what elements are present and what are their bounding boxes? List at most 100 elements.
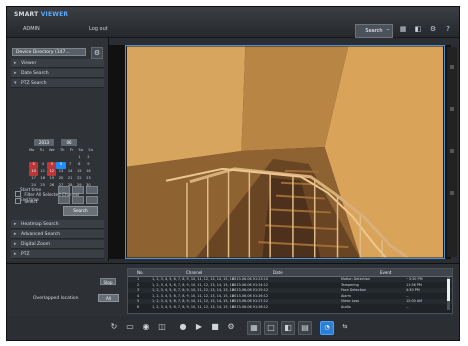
calendar-month[interactable]: 2013 <box>34 139 54 146</box>
end-second-box[interactable] <box>86 196 98 204</box>
calendar-day <box>29 155 38 162</box>
device-settings-icon[interactable]: ⚙ <box>91 47 103 59</box>
calendar-day[interactable]: 19 <box>47 176 56 183</box>
brand-right: VIEWER <box>40 11 69 18</box>
side-control-1[interactable] <box>450 65 454 69</box>
calendar-day[interactable]: 10 <box>29 169 39 176</box>
speaker-icon[interactable]: ◔ <box>320 321 334 335</box>
calendar-day[interactable]: 8 <box>75 162 84 169</box>
table-cell-no: 5 <box>137 299 140 303</box>
calendar-day[interactable]: 9 <box>84 162 93 169</box>
table-row[interactable]: 4 1, 2, 3, 4, 5, 6, 7, 8, 9, 10, 11, 12, … <box>128 294 452 299</box>
table-row[interactable]: 5 1, 2, 3, 4, 5, 6, 7, 8, 9, 10, 11, 12, … <box>128 299 452 304</box>
table-scroll-thumb[interactable] <box>447 279 450 301</box>
lower-left-panel: Stop Overlapped location All <box>15 270 119 310</box>
table-cell-date: 2013-06-06 01:24:12 <box>232 282 269 287</box>
left-right-icon[interactable]: ⇆ <box>339 321 351 333</box>
calendar-day[interactable]: 6 <box>56 162 66 169</box>
play-icon[interactable]: ▶ <box>193 321 205 333</box>
side-control-3[interactable] <box>450 149 454 153</box>
dow: Tu <box>39 148 44 152</box>
side-control-2[interactable] <box>450 107 454 111</box>
double-view-icon[interactable]: ◧ <box>281 321 295 335</box>
table-cell-extra: 4:30 PM <box>406 288 420 292</box>
layout-icon[interactable]: ▦ <box>398 24 408 34</box>
calendar-day[interactable]: 14 <box>66 169 75 176</box>
table-cell-no: 2 <box>137 282 140 287</box>
grid-icon[interactable]: ▦ <box>247 321 261 335</box>
dow: Fr <box>69 148 74 152</box>
minimize-icon[interactable]: – <box>383 24 393 34</box>
panel-view-icon[interactable]: ▤ <box>298 321 312 335</box>
calendar-day[interactable]: 13 <box>56 169 65 176</box>
calendar-day[interactable]: 11 <box>38 169 47 176</box>
settings-icon[interactable]: ⚙ <box>225 321 237 333</box>
column-header-channel: Channel <box>186 270 203 275</box>
table-cell-date: 2013-06-06 01:28:12 <box>232 304 269 309</box>
refresh-icon[interactable]: ↻ <box>108 321 120 333</box>
filter-checkbox[interactable] <box>15 191 21 197</box>
overlap-location-select[interactable]: All <box>98 294 119 302</box>
side-control-4[interactable] <box>450 191 454 195</box>
help-icon[interactable]: ? <box>443 24 453 34</box>
search-button[interactable]: Search <box>63 206 98 216</box>
single-view-icon[interactable]: □ <box>264 321 278 335</box>
stop-button[interactable]: Stop <box>100 278 116 285</box>
table-cell-no: 3 <box>137 288 140 292</box>
stop-icon[interactable]: ■ <box>209 321 221 333</box>
dow: Sa <box>78 148 84 152</box>
menu-date-search[interactable]: Date Search <box>11 69 104 78</box>
menu-viewer[interactable]: Viewer <box>11 59 104 68</box>
select-option[interactable]: Select <box>15 198 37 204</box>
camera-view[interactable] <box>125 45 445 259</box>
select-checkbox[interactable] <box>15 198 21 204</box>
menu-ptz[interactable]: PTZ <box>11 250 104 259</box>
dow: Th <box>59 148 65 152</box>
table-row[interactable]: 1 1, 2, 3, 4, 5, 6, 7, 8, 9, 10, 11, 12, … <box>128 277 452 282</box>
menu-advanced-search[interactable]: Advanced Search <box>11 230 104 239</box>
calendar-day[interactable]: 7 <box>66 162 75 169</box>
calendar-day[interactable]: 4 <box>38 162 47 169</box>
menu-heatmap-search[interactable]: Heatmap Search <box>11 220 104 229</box>
table-cell-date: 2013-06-06 01:26:12 <box>232 293 269 298</box>
menu-ptz-search[interactable]: PTZ Search <box>11 79 104 88</box>
table-cell-event: Tampering <box>341 282 359 287</box>
table-cell-extra: ~3:30 PM <box>406 277 423 281</box>
screen-icon[interactable]: ◫ <box>156 321 168 333</box>
calendar-day[interactable]: 1 <box>75 155 84 162</box>
record-icon[interactable]: ● <box>177 321 189 333</box>
table-row[interactable]: 3 1, 2, 3, 4, 5, 6, 7, 8, 9, 10, 11, 12, … <box>128 288 452 293</box>
results-table: No. Channel Date Event 1 1, 2, 3, 4, 5, 6… <box>127 268 453 314</box>
table-row[interactable]: 2 1, 2, 3, 4, 5, 6, 7, 8, 9, 10, 11, 12, … <box>128 283 452 288</box>
calendar-day[interactable]: 23 <box>84 176 93 183</box>
screenshot-icon[interactable]: ◧ <box>413 24 423 34</box>
calendar-day[interactable]: 22 <box>75 176 84 183</box>
calendar-day[interactable]: 3 <box>29 162 39 169</box>
table-scrollbar[interactable] <box>447 277 450 310</box>
column-header-date: Date <box>273 270 283 275</box>
app-brand: SMART VIEWER <box>14 11 68 18</box>
device-select[interactable]: Device Directory (147... <box>12 48 86 56</box>
menu-digital-zoom[interactable]: Digital Zoom <box>11 240 104 249</box>
calendar-day[interactable]: 21 <box>66 176 75 183</box>
camera-icon[interactable]: ◉ <box>140 321 152 333</box>
gear-icon[interactable]: ⚙ <box>428 24 438 34</box>
calendar-day[interactable]: 18 <box>38 176 47 183</box>
calendar-day[interactable]: 16 <box>84 169 93 176</box>
calendar-day[interactable]: 17 <box>29 176 38 183</box>
calendar-day[interactable]: 12 <box>47 169 57 176</box>
end-hour-box[interactable] <box>58 196 70 204</box>
logout-link[interactable]: Log out <box>89 26 108 32</box>
calendar-day[interactable]: 20 <box>56 176 65 183</box>
start-second-box[interactable] <box>86 186 98 194</box>
calendar-day[interactable]: 2 <box>84 155 93 162</box>
overlap-location-label: Overlapped location <box>33 296 79 301</box>
filter-option[interactable]: Filter All Selected Channel <box>15 191 79 197</box>
table-cell-date: 2013-06-06 01:25:12 <box>232 288 269 292</box>
monitor-icon[interactable]: ▭ <box>124 321 136 333</box>
calendar-day[interactable]: 15 <box>75 169 84 176</box>
calendar-year[interactable]: 06 <box>61 139 77 146</box>
end-minute-box[interactable] <box>72 196 84 204</box>
calendar-day[interactable]: 5 <box>47 162 57 169</box>
table-row[interactable]: 6 1, 2, 3, 4, 5, 6, 7, 8, 9, 10, 11, 12, … <box>128 305 452 310</box>
